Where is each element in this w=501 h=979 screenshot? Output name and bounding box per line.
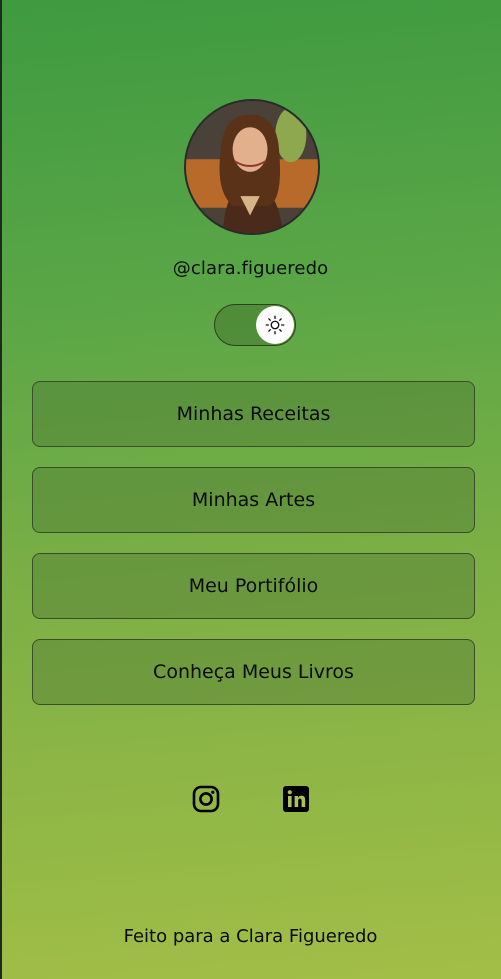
- left-edge-divider: [0, 0, 2, 979]
- avatar-photo: [186, 101, 318, 233]
- link-conheca-meus-livros[interactable]: Conheça Meus Livros: [32, 639, 475, 705]
- sun-icon: [265, 315, 285, 335]
- instagram-icon[interactable]: [192, 785, 220, 813]
- username: @clara.figueredo: [172, 258, 329, 279]
- avatar: [184, 99, 320, 235]
- link-minhas-artes[interactable]: Minhas Artes: [32, 467, 475, 533]
- social-links: [0, 785, 501, 813]
- link-meu-portifolio[interactable]: Meu Portifólio: [32, 553, 475, 619]
- theme-toggle[interactable]: [214, 304, 296, 346]
- toggle-knob[interactable]: [256, 306, 294, 344]
- footer-credit: Feito para a Clara Figueredo: [123, 926, 378, 947]
- linkedin-icon[interactable]: [282, 785, 310, 813]
- link-list: Minhas Receitas Minhas Artes Meu Portifó…: [32, 381, 475, 725]
- link-minhas-receitas[interactable]: Minhas Receitas: [32, 381, 475, 447]
